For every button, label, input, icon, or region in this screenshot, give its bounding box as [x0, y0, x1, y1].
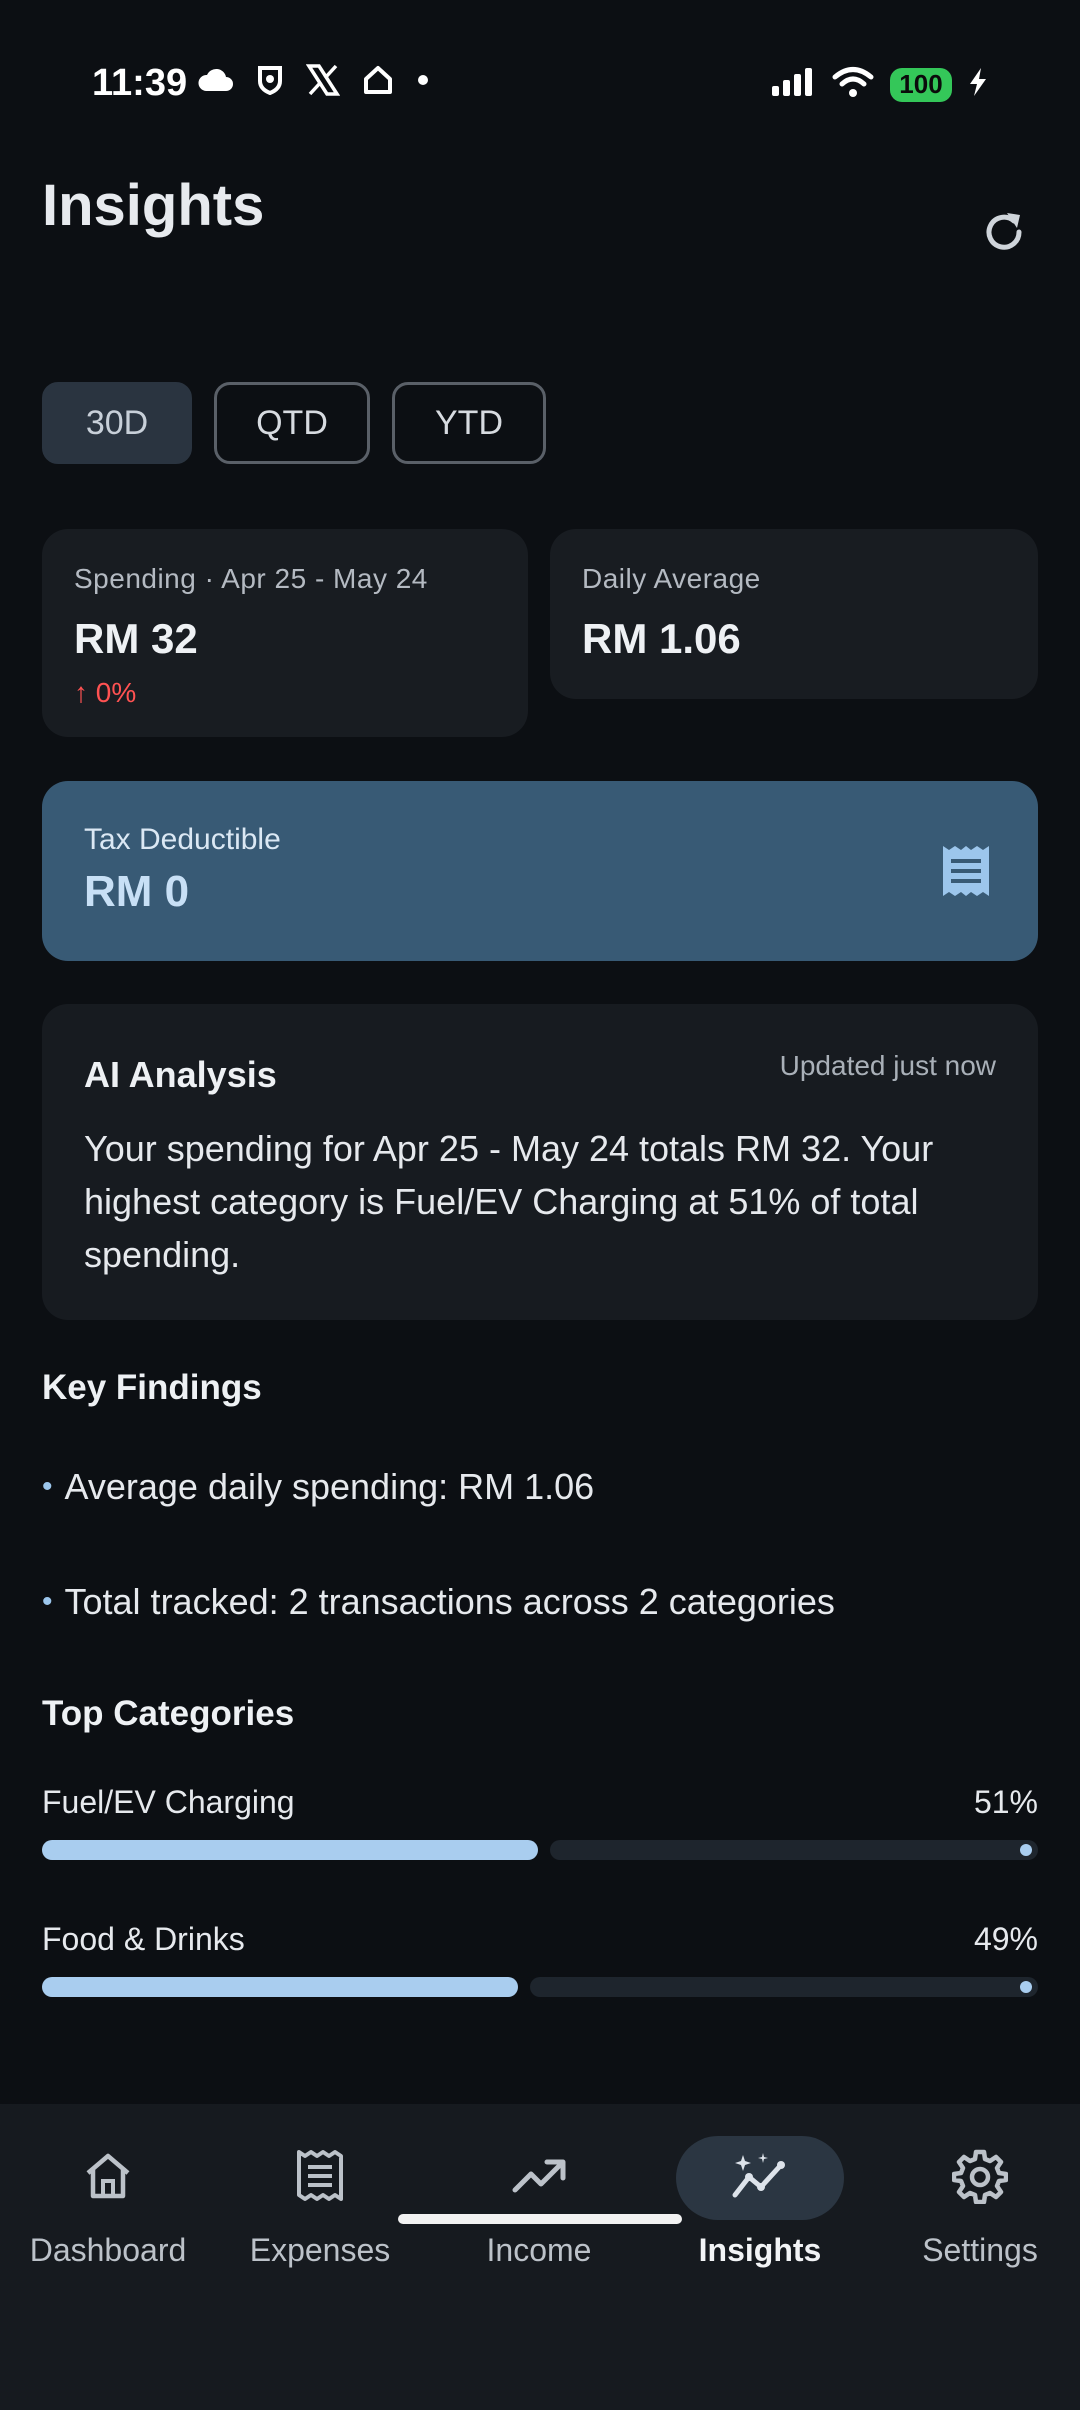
key-finding-item: • Total tracked: 2 transactions across 2… — [42, 1581, 835, 1623]
key-findings-title: Key Findings — [42, 1368, 262, 1407]
nav-label: Settings — [922, 2232, 1038, 2268]
nav-label: Expenses — [249, 2232, 391, 2268]
refresh-icon — [979, 207, 1029, 262]
category-progress-bar — [42, 1977, 1038, 1997]
nav-dashboard[interactable]: Dashboard — [0, 2104, 216, 2304]
bullet-icon: • — [42, 1470, 53, 1503]
tax-deductible-card[interactable]: Tax Deductible RM 0 — [42, 781, 1038, 961]
nav-expenses[interactable]: Expenses — [212, 2104, 428, 2304]
trending-up-icon — [511, 2156, 567, 2201]
category-percent: 49% — [973, 1921, 1038, 1957]
dot-icon — [416, 73, 430, 87]
nav-settings[interactable]: Settings — [872, 2104, 1080, 2304]
cloud-icon — [196, 67, 234, 93]
home-outline-icon — [362, 65, 394, 95]
nav-label: Dashboard — [29, 2232, 187, 2268]
top-categories-title: Top Categories — [42, 1694, 295, 1733]
nav-insights[interactable]: Insights — [652, 2104, 868, 2304]
category-progress-fill — [42, 1840, 538, 1860]
ai-analysis-card: AI Analysis Updated just now Your spendi… — [42, 1004, 1038, 1320]
status-system-icons: 100 — [770, 66, 988, 103]
status-time: 11:39 — [92, 62, 188, 104]
progress-end-dot — [1020, 1981, 1032, 1993]
spending-delta: ↑ 0% — [74, 677, 137, 708]
battery-icon: 100 — [890, 67, 952, 102]
bullet-icon: • — [42, 1585, 53, 1618]
daily-average-card[interactable]: Daily Average RM 1.06 — [550, 529, 1038, 699]
category-progress-fill — [42, 1977, 518, 1997]
key-finding-text: Total tracked: 2 transactions across 2 c… — [64, 1581, 835, 1622]
category-progress-track — [530, 1977, 1038, 1997]
home-indicator[interactable] — [398, 2214, 682, 2224]
signal-icon — [770, 66, 816, 103]
status-notification-icons — [196, 64, 430, 96]
tab-30d[interactable]: 30D — [42, 382, 192, 464]
wifi-icon — [832, 66, 874, 103]
ai-analysis-updated: Updated just now — [779, 1050, 996, 1081]
progress-end-dot — [1020, 1844, 1032, 1856]
category-name: Food & Drinks — [42, 1921, 245, 1957]
receipt-icon — [295, 2149, 345, 2208]
key-finding-item: • Average daily spending: RM 1.06 — [42, 1466, 594, 1508]
category-row[interactable]: Fuel/EV Charging 51% — [42, 1784, 1038, 1860]
nav-label: Insights — [698, 2232, 822, 2268]
category-row[interactable]: Food & Drinks 49% — [42, 1921, 1038, 1997]
nav-label: Income — [486, 2232, 592, 2268]
tab-ytd[interactable]: YTD — [392, 382, 546, 464]
tax-deductible-value: RM 0 — [84, 867, 190, 916]
gear-icon — [951, 2148, 1009, 2209]
bottom-navigation: Dashboard Expenses Income Insights Setti… — [0, 2104, 1080, 2410]
tax-deductible-label: Tax Deductible — [84, 823, 281, 856]
ai-analysis-title: AI Analysis — [84, 1054, 277, 1095]
category-percent: 51% — [973, 1784, 1038, 1820]
charging-bolt-icon — [968, 67, 988, 102]
page-title: Insights — [42, 173, 265, 238]
ai-analysis-text: Your spending for Apr 25 - May 24 totals… — [84, 1128, 934, 1275]
insights-icon — [729, 2151, 791, 2206]
key-finding-text: Average daily spending: RM 1.06 — [64, 1466, 595, 1507]
daily-average-label: Daily Average — [582, 563, 761, 594]
receipt-icon — [940, 843, 992, 904]
category-name: Fuel/EV Charging — [42, 1784, 295, 1820]
shield-badge-icon — [256, 65, 284, 95]
status-bar: 11:39 100 — [0, 0, 1080, 170]
daily-average-value: RM 1.06 — [582, 615, 741, 662]
period-tabs: 30D QTD YTD — [42, 382, 546, 464]
category-progress-bar — [42, 1840, 1038, 1860]
x-logo-icon — [306, 64, 340, 96]
nav-income[interactable]: Income — [431, 2104, 647, 2304]
home-icon — [82, 2151, 134, 2206]
refresh-button[interactable] — [976, 206, 1032, 262]
spending-value: RM 32 — [74, 615, 198, 662]
spending-label: Spending · Apr 25 - May 24 — [74, 563, 428, 594]
category-progress-track — [550, 1840, 1038, 1860]
tab-qtd[interactable]: QTD — [214, 382, 370, 464]
spending-card[interactable]: Spending · Apr 25 - May 24 RM 32 ↑ 0% — [42, 529, 528, 737]
